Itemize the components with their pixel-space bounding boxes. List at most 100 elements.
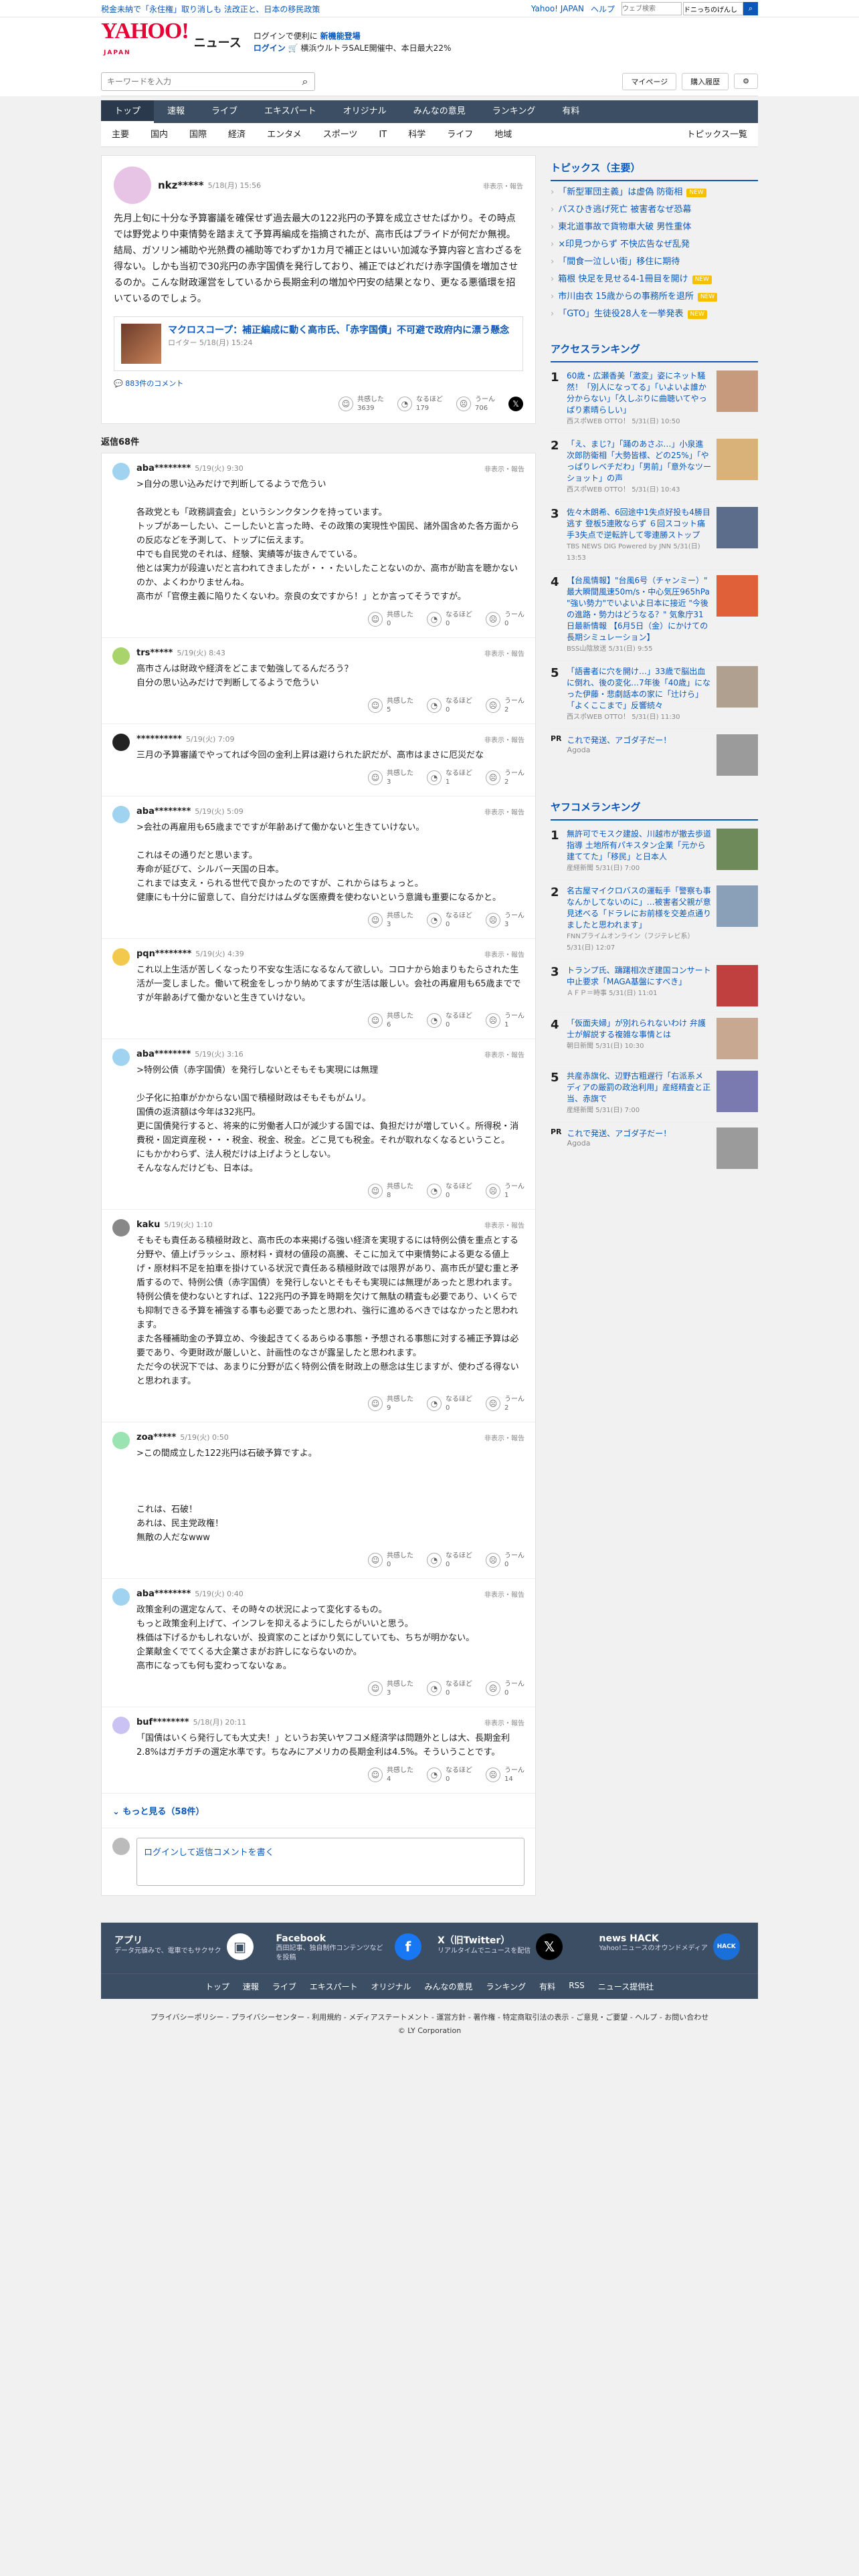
react-hmm[interactable]: ☹ うーん 14 [486,1766,524,1784]
react-naruhodo[interactable]: ◔ なるほど 179 [397,395,443,413]
footer-nav-item[interactable]: オリジナル [371,1981,411,1992]
mypage-button[interactable]: マイページ [622,72,677,90]
react-naruhodo[interactable]: ◔ なるほど 0 [427,1766,472,1784]
nav-expert[interactable]: エキスパート [251,100,330,123]
react-naruhodo[interactable]: ◔ なるほど 0 [427,911,472,929]
report-link[interactable]: 非表示・報告 [484,1432,524,1442]
topic-item[interactable]: › 「間食一泣しい街」移住に期待 [551,253,758,271]
help-link[interactable]: ヘルプ [591,3,615,15]
x-share-icon[interactable]: 𝕏 [508,397,523,411]
report-link[interactable]: 非表示・報告 [484,807,524,817]
cat-entertainment[interactable]: エンタメ [256,123,312,146]
ranking-item[interactable]: 5 「語書者に穴を開け…」33歳で脳出血に倒れ、後の変化…7年後「40歳」になった… [551,661,758,729]
react-naruhodo[interactable]: ◔ なるほど 0 [427,1182,472,1200]
show-more-button[interactable]: ⌄ もっと見る（58件） [102,1794,535,1828]
article-title[interactable]: マクロスコープ：補正編成に動く高市氏、「赤字国債」不可避で政府内に漂う懸念 [168,324,509,337]
react-naruhodo[interactable]: ◔ なるほど 0 [427,1012,472,1029]
report-link[interactable]: 非表示・報告 [484,1589,524,1599]
react-hmm[interactable]: ☹ うーん 2 [486,1395,524,1412]
react-hmm[interactable]: ☹ うーん 2 [486,769,524,786]
cat-main[interactable]: 主要 [101,123,140,146]
react-naruhodo[interactable]: ◔ なるほど 0 [427,611,472,628]
rank-title[interactable]: 佐々木朗希、6回途中1失点好投も4勝目逃す 登板5連敗ならず ６回スコット痛手3… [567,507,711,564]
reply-user[interactable]: aba******** [136,1589,191,1599]
cat-science[interactable]: 科学 [397,123,436,146]
footer-nav-item[interactable]: RSS [569,1981,585,1992]
rank-title[interactable]: 【台風情報】"台風6号（チャンミー）" 最大瞬間風速50m/s・中心気圧965h… [567,575,711,655]
ranking-item[interactable]: 2 名古屋マイクロバスの運転手「警察も事なんかしてないのに」…被害者父親が意見述べ… [551,880,758,960]
react-hmm[interactable]: ☹ うーん 0 [486,1551,524,1569]
footer-nav-item[interactable]: ライブ [272,1981,296,1992]
report-link[interactable]: 非表示・報告 [484,463,524,473]
footer-nav-item[interactable]: エキスパート [310,1981,358,1992]
topics-list-link[interactable]: トピックス一覧 [676,123,758,146]
react-naruhodo[interactable]: ◔ なるほど 0 [427,1551,472,1569]
nav-original[interactable]: オリジナル [330,100,400,123]
react-empathy[interactable]: ☺ 共感した 8 [368,1182,413,1200]
react-empathy[interactable]: ☺ 共感した 3 [368,769,413,786]
new-feature-link[interactable]: 新機能登場 [320,31,361,41]
nav-sokuho[interactable]: 速報 [154,100,198,123]
topic-item[interactable]: › 東北道事故で貨物車大破 男性重体 [551,219,758,236]
nav-top[interactable]: トップ [101,100,155,123]
report-link[interactable]: 非表示・報告 [484,1049,524,1059]
topic-title[interactable]: ×印見つからず 不快広告なぜ乱発 [558,236,690,253]
ranking-item[interactable]: 4 【台風情報】"台風6号（チャンミー）" 最大瞬間風速50m/s・中心気圧965… [551,570,758,661]
report-link[interactable]: 非表示・報告 [484,1220,524,1230]
footer-facebook[interactable]: Facebook 西田記事、独自制作コンテンツなどを投稿 f [276,1933,421,1963]
report-link[interactable]: 非表示・報告 [484,648,524,658]
rank-title[interactable]: 「語書者に穴を開け…」33歳で脳出血に倒れ、後の変化…7年後「40歳」になった伊… [567,666,711,723]
comment-user[interactable]: nkz***** [158,179,204,191]
login-link[interactable]: ログイン [254,43,286,53]
ranking-item[interactable]: 1 60歳・広瀬香美「激変」姿にネット騒然！「別人になってる」「いよいよ誰か分から… [551,365,758,433]
cat-intl[interactable]: 国際 [179,123,217,146]
ranking-item[interactable]: 5 共産赤旗化、辺野古粗遅行「右派系メディアの厳罰の政治利用」産経精査と正当、赤旗… [551,1065,758,1122]
reply-user[interactable]: ********** [136,734,182,744]
login-reply-box[interactable]: ログインして返信コメントを書く [136,1838,524,1886]
footer-nav-item[interactable]: ランキング [486,1981,527,1992]
topic-title[interactable]: 箱根 快足を見せる4-1冊目を開け [558,271,688,288]
web-search-value[interactable] [683,2,743,15]
reply-user[interactable]: zoa***** [136,1432,176,1442]
react-empathy[interactable]: ☺ 共感した 9 [368,1395,413,1412]
nav-live[interactable]: ライブ [198,100,251,123]
report-link[interactable]: 非表示・報告 [484,734,524,744]
topic-title[interactable]: 東北道事故で貨物車大破 男性重体 [558,219,691,236]
cat-life[interactable]: ライフ [436,123,484,146]
topic-title[interactable]: 「間食一泣しい街」移住に期待 [558,253,680,271]
react-empathy[interactable]: ☺ 共感した 5 [368,697,413,714]
footer-nav-item[interactable]: 有料 [539,1981,555,1992]
ranking-item[interactable]: 2 「え、まじ?」「踊のあさぶ…」小泉進次郎防衛相「大勢皆様、どの25%」「やっぱ… [551,433,758,502]
topic-title[interactable]: 市川由衣 15歳からの事務所を退所 [558,288,694,306]
footer-nav-item[interactable]: 速報 [243,1981,259,1992]
rank-title[interactable]: 無許可でモスク建設、川越市が撤去歩道指導 土地所有パキスタン企業「元から建ててた… [567,829,711,874]
nav-opinion[interactable]: みんなの意見 [400,100,479,123]
react-empathy[interactable]: ☺ 共感した 3 [368,1680,413,1697]
top-banner-link[interactable]: 税金未納で「永住権」取り消しも 法改正と、日本の移民政策 [101,3,320,15]
react-empathy[interactable]: ☺ 共感した 0 [368,611,413,628]
react-empathy[interactable]: ☺ 共感した 3 [368,911,413,929]
react-hmm[interactable]: ☹ うーん 2 [486,697,524,714]
react-empathy[interactable]: ☺ 共感した 0 [368,1551,413,1569]
ranking-item[interactable]: 4 「仮面夫婦」が別れられないわけ 弁護士が解説する複雑な事情とは 朝日新聞 5/3… [551,1012,758,1065]
react-naruhodo[interactable]: ◔ なるほど 0 [427,1680,472,1697]
ad-block[interactable]: PR これで発送、アゴダ子だー！ Agoda [551,729,758,781]
web-search-input[interactable] [622,2,682,15]
ranking-item[interactable]: 3 佐々木朗希、6回途中1失点好投も4勝目逃す 登板5連敗ならず ６回スコット痛手… [551,502,758,570]
report-link[interactable]: 非表示・報告 [483,181,523,191]
react-empathy[interactable]: ☺ 共感した 6 [368,1012,413,1029]
nav-ranking[interactable]: ランキング [479,100,549,123]
topic-item[interactable]: › 「新型軍団主義」は虚偽 防衛相 NEW [551,184,758,201]
reply-user[interactable]: kaku [136,1220,160,1230]
search-icon[interactable]: ⌕ [298,74,312,89]
reply-user[interactable]: aba******** [136,463,191,473]
comment-count-link[interactable]: 💬 883件のコメント [114,378,523,389]
yahoo-logo[interactable]: YAHOO! JAPAN [101,20,189,64]
ad-block-2[interactable]: PR これで発送、アゴダ子だー！ Agoda [551,1122,758,1174]
yahoo-japan-link[interactable]: Yahoo! JAPAN [531,4,584,13]
footer-x[interactable]: X（旧Twitter） リアルタイムでニュースを配信 𝕏 [438,1933,583,1963]
topic-title[interactable]: 「新型軍団主義」は虚偽 防衛相 [558,184,682,201]
topic-item[interactable]: › 「GTO」生徒役28人を一挙発表 NEW [551,306,758,323]
react-empathy[interactable]: ☺ 共感した 3639 [339,395,384,413]
footer-policy-links[interactable]: プライバシーポリシー - プライバシーセンター - 利用規約 - メディアステー… [101,2011,758,2024]
